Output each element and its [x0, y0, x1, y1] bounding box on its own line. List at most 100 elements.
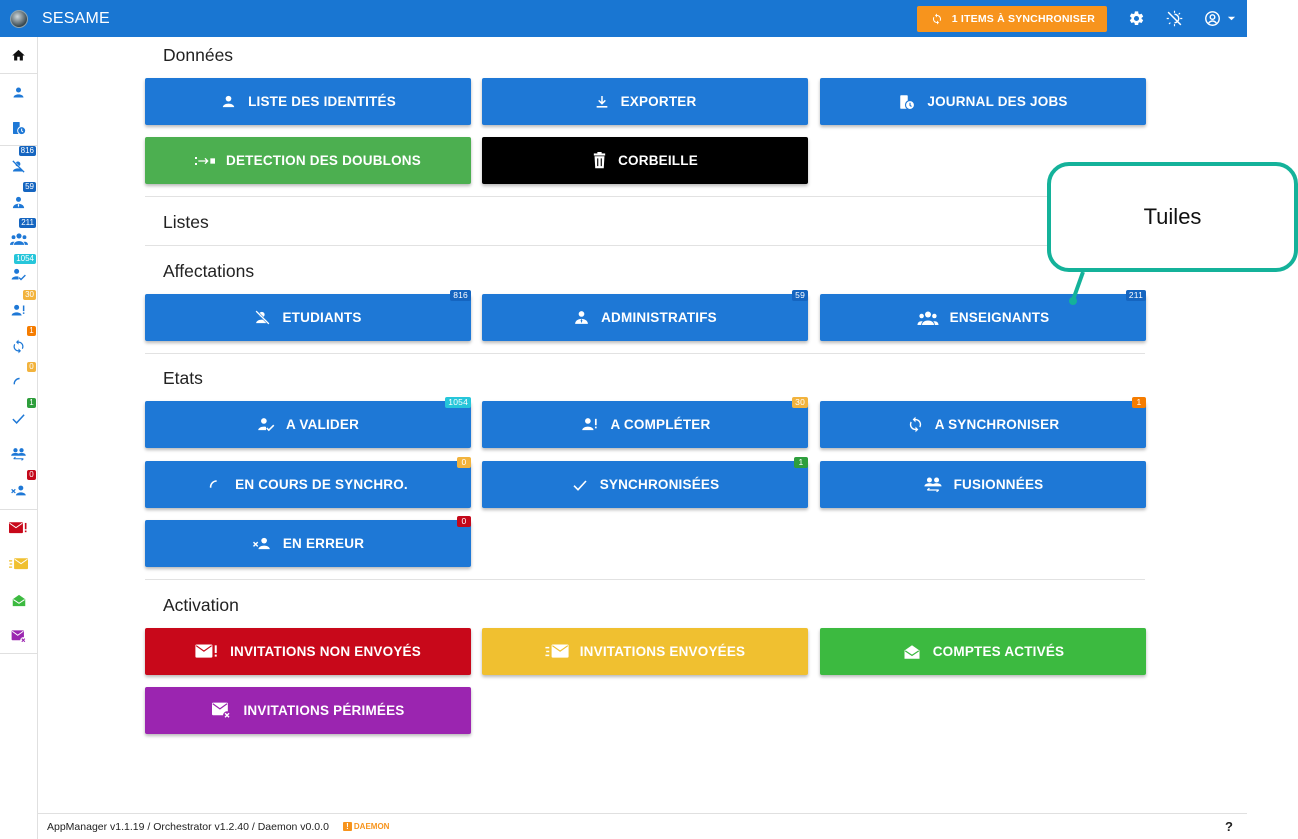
account-circle-icon — [1205, 11, 1220, 26]
tile-label: ETUDIANTS — [282, 310, 362, 325]
tile-a-completer[interactable]: A COMPLÉTER 30 — [482, 397, 808, 448]
mail-open-icon — [12, 594, 25, 606]
tile-badge-enseignants: 211 — [1125, 290, 1146, 301]
theme-toggle-button[interactable] — [1155, 0, 1193, 37]
tile-label: ADMINISTRATIFS — [601, 310, 717, 325]
sync-icon — [13, 339, 24, 353]
mail-sent-icon — [545, 644, 569, 658]
daemon-status[interactable]: ! DAEMON — [342, 822, 390, 831]
download-icon — [596, 95, 607, 108]
tile-label: DETECTION DES DOUBLONS — [226, 153, 421, 168]
tile-label: ENSEIGNANTS — [949, 310, 1050, 325]
help-button[interactable]: ? — [1225, 819, 1233, 834]
account-menu-button[interactable] — [1193, 0, 1247, 37]
tile-label: EXPORTER — [620, 94, 697, 109]
person-off-icon — [12, 159, 25, 173]
tile-enseignants[interactable]: ENSEIGNANTS 211 — [820, 290, 1146, 341]
tile-label: COMPTES ACTIVÉS — [932, 644, 1065, 659]
person-remove-icon — [252, 537, 270, 550]
merge-people-icon — [924, 477, 942, 492]
settings-button[interactable] — [1117, 0, 1155, 37]
sidebar-item-fusionnees[interactable] — [0, 439, 37, 469]
callout-text: Tuiles — [1143, 204, 1202, 229]
section-divider — [145, 196, 1145, 197]
check-icon — [12, 413, 25, 424]
tile-badge-etudiants: 816 — [450, 290, 471, 301]
tile-exporter[interactable]: EXPORTER — [482, 78, 808, 125]
tile-label: FUSIONNÉES — [953, 477, 1044, 492]
section-title-activation: Activation — [163, 595, 239, 615]
sync-items-button[interactable]: 1 ITEMS À SYNCHRONISER — [916, 5, 1107, 32]
tile-badge-a-valider: 1054 — [445, 397, 471, 408]
sync-button-label: 1 ITEMS À SYNCHRONISER — [951, 12, 1095, 25]
tile-badge-synchronisees: 1 — [794, 457, 808, 468]
tile-comptes-actives[interactable]: COMPTES ACTIVÉS — [820, 628, 1146, 675]
database-clock-icon — [12, 122, 26, 136]
tile-administratifs[interactable]: ADMINISTRATIFS 59 — [482, 290, 808, 341]
tile-badge-a-synchroniser: 1 — [1132, 397, 1146, 408]
person-remove-icon — [10, 485, 26, 495]
version-info: AppManager v1.1.19 / Orchestrator v1.2.4… — [47, 820, 329, 833]
person-tie-icon — [575, 311, 588, 324]
person-alert-icon — [11, 304, 25, 315]
chevron-down-icon — [1227, 16, 1236, 21]
sidebar-item-a-valider[interactable] — [0, 259, 37, 289]
sidebar-item-a-completer[interactable] — [0, 295, 37, 325]
trash-icon — [593, 152, 606, 169]
warning-icon: ! — [342, 822, 352, 831]
person-icon — [222, 95, 235, 108]
tile-liste-identites[interactable]: LISTE DES IDENTITÉS — [145, 78, 471, 125]
sidebar-item-en-erreur[interactable] — [0, 475, 37, 505]
brightness-off-icon — [1166, 10, 1182, 27]
section-title-listes: Listes — [163, 212, 209, 232]
section-title-donnees: Données — [163, 45, 234, 65]
tile-label: LISTE DES IDENTITÉS — [248, 94, 396, 109]
person-tie-icon — [12, 196, 25, 208]
tile-label: JOURNAL DES JOBS — [927, 94, 1068, 109]
tile-en-erreur[interactable]: EN ERREUR 0 — [145, 516, 471, 567]
gear-icon — [1129, 11, 1143, 26]
tile-label: A COMPLÉTER — [610, 417, 711, 432]
sidebar-item-invitations-non-envoyes[interactable] — [0, 513, 37, 543]
sidebar-item-etudiants[interactable] — [0, 151, 37, 181]
tile-journal-jobs[interactable]: JOURNAL DES JOBS — [820, 78, 1146, 125]
daemon-label: DAEMON — [353, 822, 390, 831]
sidebar-item-identities[interactable] — [0, 77, 37, 107]
sidebar-item-comptes-actives[interactable] — [0, 585, 37, 615]
section-title-affectations: Affectations — [163, 261, 255, 281]
sidebar-item-enseignants[interactable] — [0, 223, 37, 253]
loading-arc-icon — [209, 479, 217, 488]
sesame-logo-icon[interactable] — [0, 9, 38, 28]
section-title-etats: Etats — [163, 368, 203, 388]
tile-a-valider[interactable]: A VALIDER 1054 — [145, 397, 471, 448]
sidebar-item-synchronisees[interactable] — [0, 403, 37, 433]
tile-a-synchroniser[interactable]: A SYNCHRONISER 1 — [820, 397, 1146, 448]
tile-fusionnees[interactable]: FUSIONNÉES — [820, 461, 1146, 508]
tile-detection-doublons[interactable]: DETECTION DES DOUBLONS — [145, 137, 471, 184]
sidebar-item-a-synchroniser[interactable] — [0, 331, 37, 361]
callout-annotation: Tuiles — [1047, 162, 1298, 272]
tile-etudiants[interactable]: ETUDIANTS 816 — [145, 290, 471, 341]
group-icon — [9, 232, 28, 245]
person-off-icon — [255, 310, 271, 325]
sidebar-item-invitations-envoyees[interactable] — [0, 549, 37, 579]
tile-label: A VALIDER — [285, 417, 360, 432]
person-alert-icon — [581, 418, 597, 431]
group-icon — [917, 311, 939, 325]
tile-invitations-non-envoyes[interactable]: INVITATIONS NON ENVOYÉS — [145, 628, 471, 675]
home-icon — [12, 49, 25, 60]
mail-expired-icon — [212, 702, 232, 720]
tile-en-cours[interactable]: EN COURS DE SYNCHRO. 0 — [145, 457, 471, 508]
tile-synchronisees[interactable]: SYNCHRONISÉES 1 — [482, 457, 808, 508]
mail-alert-icon — [9, 522, 27, 534]
person-check-icon — [11, 268, 26, 280]
sidebar-item-jobs[interactable] — [0, 113, 37, 143]
tile-invitations-envoyees[interactable]: INVITATIONS ENVOYÉES — [482, 628, 808, 675]
sidebar-item-home[interactable] — [0, 40, 37, 70]
sidebar-item-invitations-perimees[interactable] — [0, 621, 37, 651]
sidebar-item-en-cours[interactable] — [0, 367, 37, 397]
sidebar-item-administratifs[interactable] — [0, 187, 37, 217]
tile-invitations-perimees[interactable]: INVITATIONS PÉRIMÉES — [145, 687, 471, 734]
tile-corbeille[interactable]: CORBEILLE — [482, 137, 808, 184]
mail-alert-icon — [195, 644, 217, 658]
